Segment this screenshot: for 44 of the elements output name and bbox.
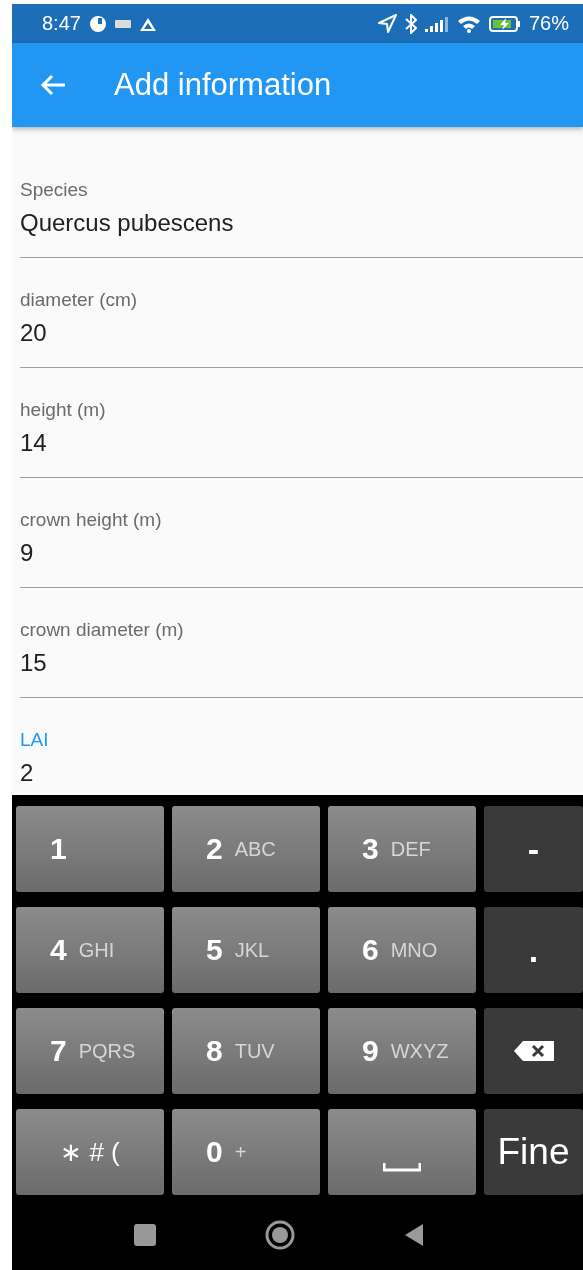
home-circle-icon — [264, 1220, 295, 1250]
space-bar-icon — [383, 1162, 421, 1172]
keypad-key[interactable]: 4 GHI — [16, 907, 164, 993]
keypad-key[interactable]: . — [484, 907, 583, 993]
input-field[interactable]: 20 — [20, 318, 583, 348]
square-icon — [132, 1223, 157, 1247]
keypad-key[interactable]: 0 + — [172, 1109, 320, 1195]
screen-title: Add information — [114, 67, 332, 103]
field-label: crown diameter (m) — [20, 618, 185, 642]
wifi-icon — [456, 14, 481, 33]
field-label: Species — [20, 178, 89, 202]
keypad-key[interactable]: 8 TUV — [172, 1008, 320, 1094]
back-arrow-icon — [40, 73, 66, 97]
input-field[interactable]: 14 — [20, 428, 583, 458]
home-button[interactable] — [264, 1220, 295, 1250]
signal-icon — [424, 15, 449, 32]
keypad-key[interactable]: 5 JKL — [172, 907, 320, 993]
keypad-key[interactable]: 1 — [16, 806, 164, 892]
status-time: 8:47 — [42, 12, 81, 35]
keypad-key[interactable]: 2 ABC — [172, 806, 320, 892]
backspace-key[interactable] — [484, 1008, 583, 1094]
keypad-key[interactable]: 6 MNO — [328, 907, 476, 993]
keypad-key[interactable]: ∗ # ( — [16, 1109, 164, 1195]
done-key[interactable]: Fine — [484, 1109, 583, 1195]
location-arrow-icon — [376, 13, 397, 34]
keypad-key[interactable]: - — [484, 806, 583, 892]
input-field[interactable]: 15 — [20, 648, 583, 678]
battery-percent: 76% — [528, 12, 569, 35]
field-label: height (m) — [20, 398, 107, 422]
keypad-key[interactable]: 7 PQRS — [16, 1008, 164, 1094]
keyboard-icon — [114, 18, 131, 29]
field-label: diameter (cm) — [20, 288, 139, 312]
recents-button[interactable] — [132, 1223, 157, 1247]
field-label: crown height (m) — [20, 508, 163, 532]
circle-icon — [88, 14, 107, 33]
bluetooth-icon — [404, 13, 417, 34]
input-field[interactable]: 2 — [20, 758, 583, 788]
field-label: LAI — [20, 728, 50, 752]
keypad-key[interactable]: 9 WXYZ — [328, 1008, 476, 1094]
input-field[interactable]: 9 — [20, 538, 583, 568]
backspace-icon — [512, 1040, 555, 1062]
keypad-key[interactable]: 3 DEF — [328, 806, 476, 892]
battery-icon — [488, 14, 521, 33]
input-field[interactable]: Quercus pubescens — [20, 208, 583, 238]
